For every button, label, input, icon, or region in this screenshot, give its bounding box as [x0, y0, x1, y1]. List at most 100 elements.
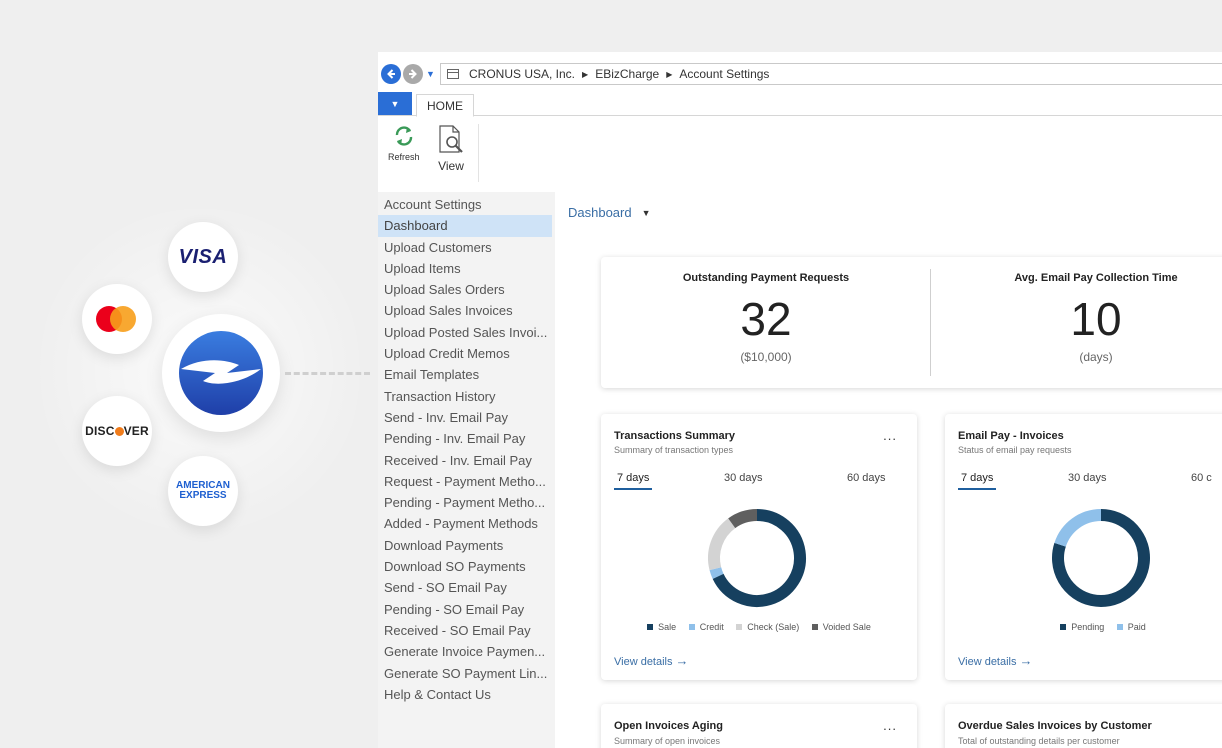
sidebar-item-request-payment-methods[interactable]: Request - Payment Metho...: [378, 471, 552, 492]
donut-slice-check-sale: [708, 518, 736, 571]
refresh-label: Refresh: [388, 152, 420, 162]
kpi-card: Outstanding Payment Requests 32 ($10,000…: [601, 257, 1222, 388]
donut-slice-credit: [709, 567, 724, 579]
sidebar-item-added-payment-methods[interactable]: Added - Payment Methods: [378, 513, 552, 534]
sidebar-item-send-so-email-pay[interactable]: Send - SO Email Pay: [378, 577, 552, 598]
tab-7-days[interactable]: 7 days: [614, 472, 653, 490]
page-icon: [447, 69, 459, 79]
email-pay-invoices-card: Email Pay - Invoices Status of email pay…: [945, 414, 1222, 680]
address-path[interactable]: CRONUS USA, Inc. ▶ EBizCharge ▶ Account …: [440, 63, 1222, 85]
arrow-right-icon: [409, 69, 417, 79]
visa-logo-text: VISA: [178, 245, 228, 268]
card-title: Overdue Sales Invoices by Customer: [958, 720, 1152, 732]
sidebar-item-dashboard[interactable]: Dashboard: [378, 215, 552, 237]
address-bar: ▼ CRONUS USA, Inc. ▶ EBizCharge ▶ Accoun…: [378, 60, 1222, 88]
ribbon: Refresh View: [378, 116, 1222, 192]
sidebar-item-received-inv-email-pay[interactable]: Received - Inv. Email Pay: [378, 450, 552, 471]
sidebar-item-upload-posted-sales-invoices[interactable]: Upload Posted Sales Invoi...: [378, 322, 552, 343]
refresh-icon: [395, 126, 412, 146]
ribbon-tabs: ▼ HOME: [378, 92, 1222, 117]
sidebar-item-pending-inv-email-pay[interactable]: Pending - Inv. Email Pay: [378, 428, 552, 449]
dashboard-main: Dashboard ▼ Outstanding Payment Requests…: [555, 192, 1222, 748]
connector-line: [285, 372, 370, 375]
sidebar-item-email-templates[interactable]: Email Templates: [378, 364, 552, 385]
back-button[interactable]: [381, 64, 401, 84]
view-selector-label[interactable]: Dashboard: [568, 205, 632, 220]
card-title: Transactions Summary: [614, 430, 736, 442]
arrow-right-icon: →: [1019, 653, 1033, 668]
legend-item-sale: Sale: [647, 622, 676, 632]
sidebar-item-transaction-history[interactable]: Transaction History: [378, 386, 552, 407]
overdue-sales-invoices-card: Overdue Sales Invoices by Customer Total…: [945, 704, 1222, 748]
legend-item-pending: Pending: [1060, 622, 1104, 632]
view-details-link[interactable]: View details →: [614, 653, 689, 668]
path-separator-icon: ▶: [666, 69, 673, 79]
view-details-link[interactable]: View details →: [958, 653, 1033, 668]
visa-logo: VISA: [168, 222, 238, 292]
open-invoices-aging-card: Open Invoices Aging Summary of open invo…: [601, 704, 917, 748]
amex-logo: AMERICAN EXPRESS: [168, 456, 238, 526]
sidebar-item-pending-payment-methods[interactable]: Pending - Payment Metho...: [378, 492, 552, 513]
sidebar-item-upload-items[interactable]: Upload Items: [378, 258, 552, 279]
sidebar-item-download-so-payments[interactable]: Download SO Payments: [378, 556, 552, 577]
sidebar-item-send-inv-email-pay[interactable]: Send - Inv. Email Pay: [378, 407, 552, 428]
card-title: Open Invoices Aging: [614, 720, 723, 732]
sidebar-item-pending-so-email-pay[interactable]: Pending - SO Email Pay: [378, 599, 552, 620]
history-dropdown-icon[interactable]: ▼: [426, 69, 435, 79]
donut-slice-paid: [1054, 509, 1102, 547]
card-subtitle: Summary of transaction types: [614, 445, 734, 455]
card-subtitle: Summary of open invoices: [614, 736, 721, 746]
kpi-title: Avg. Email Pay Collection Time: [1014, 272, 1178, 284]
kpi-subvalue: (days): [1079, 350, 1113, 364]
sidebar-item-generate-invoice-payment[interactable]: Generate Invoice Paymen...: [378, 641, 552, 662]
view-label: View: [438, 159, 464, 173]
tab-7-days[interactable]: 7 days: [958, 472, 997, 490]
ebizcharge-logo: [162, 314, 280, 432]
application-menu-button[interactable]: ▼: [378, 92, 412, 115]
sidebar-item-download-payments[interactable]: Download Payments: [378, 535, 552, 556]
mastercard-logo: [82, 284, 152, 354]
card-subtitle: Total of outstanding details per custome…: [958, 736, 1120, 746]
path-page[interactable]: Account Settings: [679, 67, 769, 81]
path-module[interactable]: EBizCharge: [595, 67, 659, 81]
tab-60-days[interactable]: 60 days: [847, 472, 886, 484]
sidebar-item-upload-sales-orders[interactable]: Upload Sales Orders: [378, 279, 552, 300]
more-options-icon[interactable]: ...: [883, 718, 897, 733]
path-company[interactable]: CRONUS USA, Inc.: [469, 67, 575, 81]
sidebar-item-upload-credit-memos[interactable]: Upload Credit Memos: [378, 343, 552, 364]
tab-30-days[interactable]: 30 days: [724, 472, 763, 484]
chart-legend: Pending Paid: [945, 622, 1222, 632]
period-tabs: 7 days 30 days 60 c: [958, 472, 1222, 492]
sidebar-item-help-contact[interactable]: Help & Contact Us: [378, 684, 552, 705]
sidebar-item-account-settings[interactable]: Account Settings: [378, 194, 552, 215]
view-button[interactable]: View: [436, 124, 466, 173]
discover-logo: DISC VER: [82, 396, 152, 466]
caret-down-icon[interactable]: ▼: [642, 208, 651, 218]
mastercard-icon: [96, 306, 138, 332]
ebizcharge-icon: [179, 331, 263, 415]
app-window: ▼ CRONUS USA, Inc. ▶ EBizCharge ▶ Accoun…: [378, 52, 1222, 748]
tab-30-days[interactable]: 30 days: [1068, 472, 1107, 484]
sidebar-item-upload-sales-invoices[interactable]: Upload Sales Invoices: [378, 300, 552, 321]
email-pay-donut-chart: [1052, 509, 1150, 607]
tab-home[interactable]: HOME: [416, 94, 474, 117]
legend-item-credit: Credit: [688, 622, 724, 632]
sidebar: Account Settings Dashboard Upload Custom…: [378, 192, 555, 748]
kpi-outstanding-requests: Outstanding Payment Requests 32 ($10,000…: [601, 257, 931, 388]
kpi-value: 10: [1070, 293, 1122, 345]
card-subtitle: Status of email pay requests: [958, 445, 1072, 455]
card-title: Email Pay - Invoices: [958, 430, 1064, 442]
transactions-donut-chart: [708, 509, 806, 607]
view-selector[interactable]: Dashboard ▼: [568, 205, 651, 220]
refresh-button[interactable]: Refresh: [388, 124, 420, 162]
view-document-icon: [439, 125, 463, 153]
sidebar-item-generate-so-payment-link[interactable]: Generate SO Payment Lin...: [378, 663, 552, 684]
more-options-icon[interactable]: ...: [883, 428, 897, 443]
forward-button[interactable]: [403, 64, 423, 84]
tab-60-days[interactable]: 60 c: [1191, 472, 1212, 484]
arrow-left-icon: [387, 69, 395, 79]
sidebar-item-received-so-email-pay[interactable]: Received - SO Email Pay: [378, 620, 552, 641]
chart-legend: Sale Credit Check (Sale) Voided Sale: [601, 622, 917, 632]
sidebar-item-upload-customers[interactable]: Upload Customers: [378, 237, 552, 258]
period-tabs: 7 days 30 days 60 days: [614, 472, 904, 492]
